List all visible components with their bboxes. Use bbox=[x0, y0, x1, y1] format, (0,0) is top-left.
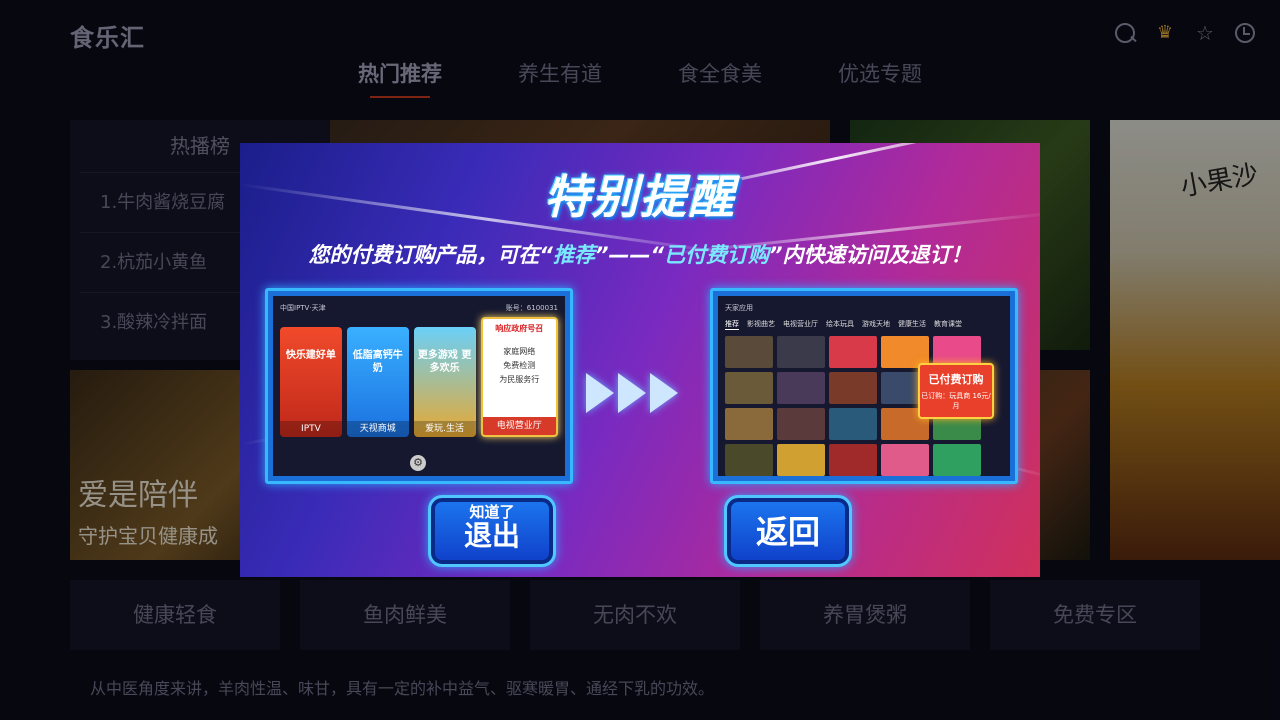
subtitle-highlight: 已付费订购 bbox=[664, 243, 770, 267]
arrow-right-icon bbox=[650, 373, 678, 413]
card-brand: 响应政府号召 bbox=[495, 324, 544, 333]
preview-thumb bbox=[829, 336, 877, 368]
reminder-dialog: 特别提醒 您的付费订购产品，可在“推荐”——“已付费订购”内快速访问及退订！ 中… bbox=[240, 143, 1040, 577]
subtitle-text: ”——“ bbox=[594, 243, 665, 267]
preview-thumb bbox=[725, 408, 773, 440]
preview-thumb bbox=[725, 336, 773, 368]
card-headline: 更多游戏 更多欢乐 bbox=[417, 350, 472, 374]
card-line: 为民服务行 bbox=[499, 375, 540, 384]
preview-tab: 健康生活 bbox=[898, 320, 926, 328]
back-button[interactable]: 返回 bbox=[724, 495, 852, 567]
subtitle-highlight: 推荐 bbox=[552, 243, 595, 267]
card-line: 免费检测 bbox=[503, 361, 536, 370]
paid-badge-detail: 已订购：玩具商 16元/月 bbox=[921, 392, 991, 410]
preview-tab: 影视曲艺 bbox=[747, 320, 775, 328]
dialog-subtitle: 您的付费订购产品，可在“推荐”——“已付费订购”内快速访问及退订！ bbox=[240, 239, 1040, 269]
preview-thumb bbox=[725, 372, 773, 404]
preview-header-left: 天家应用 bbox=[725, 304, 753, 312]
card-headline: 快乐建好单 bbox=[285, 350, 336, 361]
preview-thumb bbox=[829, 444, 877, 476]
card-label: 天视商城 bbox=[346, 421, 409, 437]
preview-card: 快乐建好单 IPTV bbox=[280, 327, 342, 437]
preview-thumb bbox=[725, 444, 773, 476]
card-headline: 低脂高钙牛奶 bbox=[352, 350, 403, 374]
arrow-right-icon bbox=[618, 373, 646, 413]
preview-tab: 游戏天地 bbox=[862, 320, 890, 328]
preview-cards: 快乐建好单 IPTV 低脂高钙牛奶 天视商城 更多游戏 更多欢乐 爱玩.生活 响… bbox=[280, 317, 558, 437]
card-label: 电视营业厅 bbox=[482, 417, 556, 435]
preview-thumb bbox=[881, 444, 929, 476]
preview-thumb bbox=[777, 408, 825, 440]
preview-thumb bbox=[829, 372, 877, 404]
card-line: 家庭网络 bbox=[503, 347, 536, 356]
preview-thumb bbox=[777, 372, 825, 404]
paid-orders-badge: 已付费订购 已订购：玩具商 16元/月 bbox=[918, 363, 994, 419]
preview-thumb bbox=[829, 408, 877, 440]
exit-button-label: 退出 bbox=[463, 519, 520, 552]
card-label: 爱玩.生活 bbox=[413, 421, 476, 437]
subtitle-text: 您的付费订购产品，可在“ bbox=[308, 243, 553, 267]
gear-icon: ⚙ bbox=[410, 455, 426, 471]
paid-screen-preview: 天家应用 推荐 影视曲艺 电视营业厅 绘本玩具 游戏天地 健康生活 教育课堂 已… bbox=[710, 288, 1018, 484]
preview-header-right: 账号：6100031 bbox=[505, 304, 558, 312]
back-button-label: 返回 bbox=[755, 513, 820, 551]
arrow-right-icon bbox=[586, 373, 614, 413]
preview-thumb bbox=[933, 444, 981, 476]
preview-tab: 电视营业厅 bbox=[783, 320, 818, 328]
preview-card: 低脂高钙牛奶 天视商城 bbox=[346, 327, 409, 437]
preview-tab: 推荐 bbox=[725, 320, 739, 330]
preview-tabs: 推荐 影视曲艺 电视营业厅 绘本玩具 游戏天地 健康生活 教育课堂 bbox=[725, 319, 1003, 330]
preview-tab: 绘本玩具 bbox=[826, 320, 854, 328]
preview-thumb bbox=[777, 444, 825, 476]
preview-card: 更多游戏 更多欢乐 爱玩.生活 bbox=[413, 327, 476, 437]
exit-button[interactable]: 知道了 退出 bbox=[428, 495, 556, 567]
home-screen-preview: 中国IPTV·天津 账号：6100031 快乐建好单 IPTV 低脂高钙牛奶 天… bbox=[265, 288, 573, 484]
preview-thumb bbox=[777, 336, 825, 368]
preview-header: 中国IPTV·天津 账号：6100031 bbox=[280, 303, 558, 315]
arrow-indicators bbox=[586, 373, 678, 413]
preview-header-left: 中国IPTV·天津 bbox=[280, 304, 326, 312]
card-label: IPTV bbox=[280, 421, 342, 437]
paid-badge-title: 已付费订购 bbox=[928, 373, 984, 386]
exit-button-sublabel: 知道了 bbox=[469, 503, 515, 521]
preview-header: 天家应用 bbox=[725, 303, 1003, 315]
dialog-title: 特别提醒 bbox=[544, 170, 736, 224]
preview-card-highlighted: 响应政府号召 家庭网络 免费检测 为民服务行 电视营业厅 bbox=[480, 317, 558, 437]
preview-tab: 教育课堂 bbox=[934, 320, 962, 328]
subtitle-text: ”内快速访问及退订！ bbox=[769, 243, 972, 267]
